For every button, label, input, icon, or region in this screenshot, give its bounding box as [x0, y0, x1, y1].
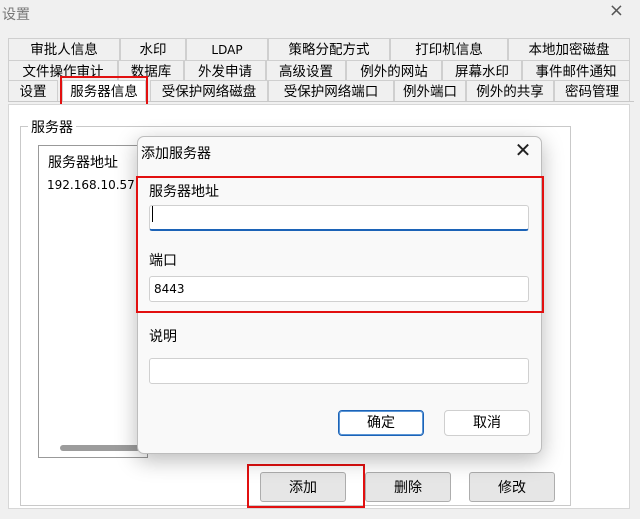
server-list-row[interactable]: 192.168.10.57 — [47, 178, 135, 192]
tab-ldap[interactable]: LDAP — [186, 38, 268, 60]
dialog-close-icon[interactable]: ✕ — [511, 138, 535, 162]
highlight-add-button — [247, 464, 365, 508]
highlight-server-info-tab — [60, 76, 148, 107]
tab-screen-watermark[interactable]: 屏幕水印 — [442, 60, 522, 82]
tab-event-mail[interactable]: 事件邮件通知 — [522, 60, 630, 82]
modify-button[interactable]: 修改 — [469, 472, 555, 502]
server-group-label: 服务器 — [28, 117, 76, 137]
tab-printer-info[interactable]: 打印机信息 — [390, 38, 508, 60]
tab-approver-info[interactable]: 审批人信息 — [8, 38, 120, 60]
server-list-header: 服务器地址 — [48, 155, 118, 171]
tab-exception-websites[interactable]: 例外的网站 — [346, 60, 442, 82]
cancel-button[interactable]: 取消 — [444, 410, 530, 436]
description-label: 说明 — [149, 329, 177, 345]
close-icon[interactable]: × — [609, 0, 624, 21]
highlight-address-port — [136, 176, 544, 313]
delete-button[interactable]: 删除 — [365, 472, 451, 502]
window-title: 设置 — [2, 7, 30, 23]
dialog-title: 添加服务器 — [141, 146, 211, 162]
tab-watermark[interactable]: 水印 — [120, 38, 186, 60]
tab-exception-shares[interactable]: 例外的共享 — [466, 80, 554, 102]
server-list-scrollbar[interactable] — [60, 445, 140, 451]
tab-protected-network-disk[interactable]: 受保护网络磁盘 — [150, 80, 268, 102]
tab-outgoing-request[interactable]: 外发申请 — [184, 60, 266, 82]
tab-protected-network-port[interactable]: 受保护网络端口 — [268, 80, 394, 102]
tab-local-encrypted-disk[interactable]: 本地加密磁盘 — [508, 38, 630, 60]
tab-policy-assignment[interactable]: 策略分配方式 — [268, 38, 390, 60]
ok-button[interactable]: 确定 — [338, 410, 424, 436]
description-input[interactable] — [149, 358, 529, 384]
tab-exception-ports[interactable]: 例外端口 — [394, 80, 466, 102]
tab-advanced-settings[interactable]: 高级设置 — [266, 60, 346, 82]
tab-password-management[interactable]: 密码管理 — [554, 80, 630, 102]
tab-settings[interactable]: 设置 — [8, 80, 58, 102]
